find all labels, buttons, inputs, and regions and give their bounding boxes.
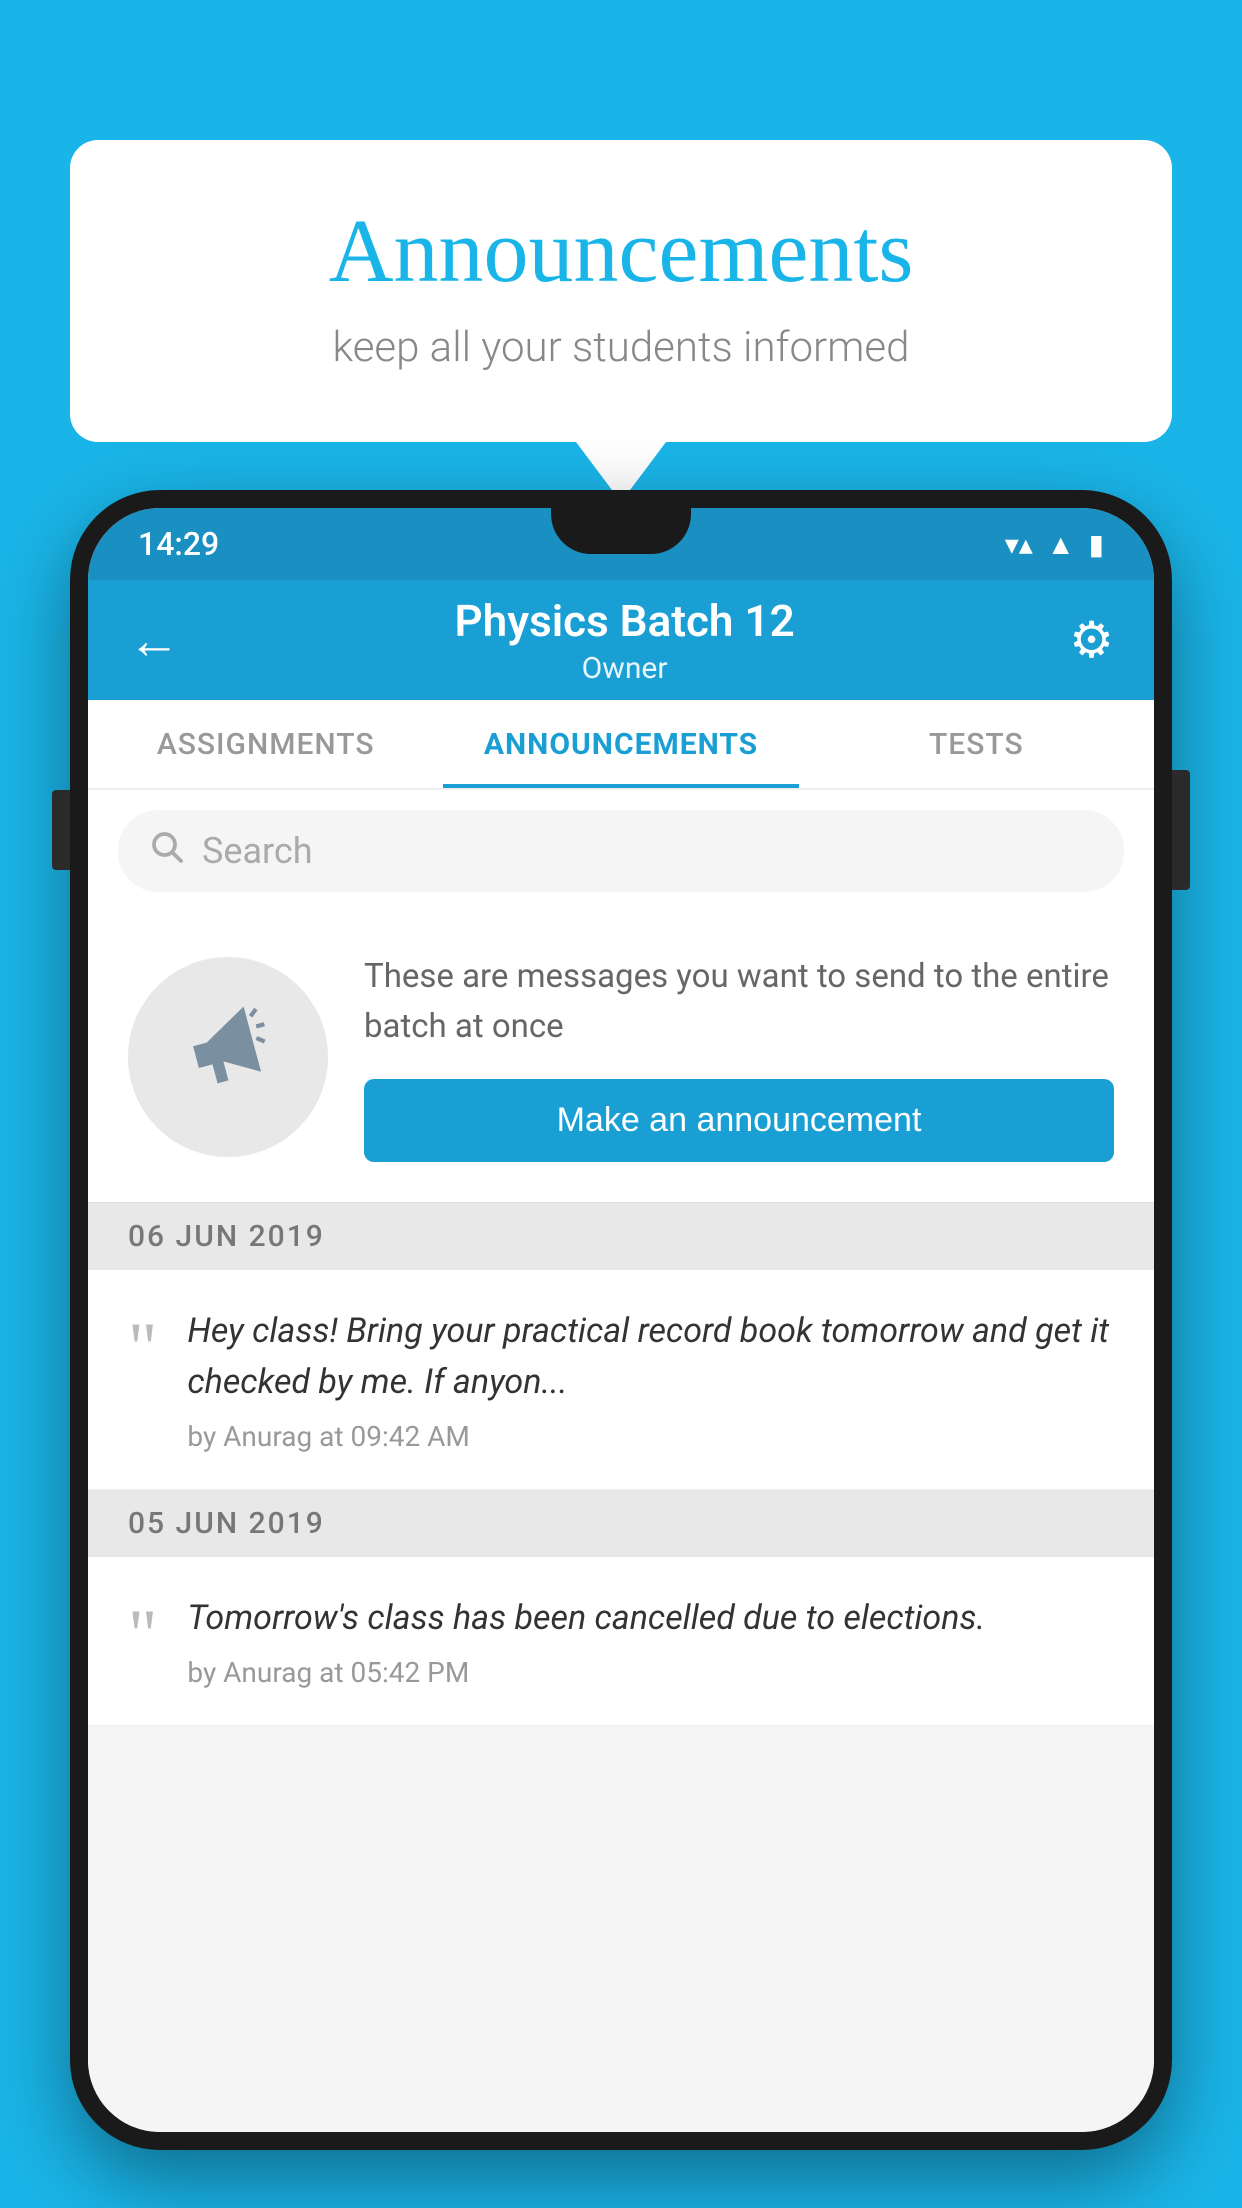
announcement-text-2: Tomorrow's class has been cancelled due … [187, 1593, 1114, 1689]
phone-outer: 14:29 ▾▴ ▲ ▮ ← Physics Batch 12 Owner ⚙ [70, 490, 1172, 2150]
battery-icon: ▮ [1089, 528, 1104, 561]
phone-wrapper: 14:29 ▾▴ ▲ ▮ ← Physics Batch 12 Owner ⚙ [70, 490, 1172, 2208]
announcement-message-1: Hey class! Bring your practical record b… [187, 1306, 1114, 1408]
header-title: Physics Batch 12 [454, 595, 794, 647]
make-announcement-button[interactable]: Make an announcement [364, 1079, 1114, 1162]
search-icon [148, 828, 184, 874]
tab-bar: ASSIGNMENTS ANNOUNCEMENTS TESTS [88, 700, 1154, 790]
status-bar: 14:29 ▾▴ ▲ ▮ [88, 508, 1154, 580]
search-container: Search [88, 790, 1154, 912]
speech-bubble: Announcements keep all your students inf… [70, 140, 1172, 442]
quote-icon-2: " [128, 1599, 157, 1671]
phone-inner: 14:29 ▾▴ ▲ ▮ ← Physics Batch 12 Owner ⚙ [88, 508, 1154, 2132]
gear-icon[interactable]: ⚙ [1069, 611, 1114, 670]
app-header: ← Physics Batch 12 Owner ⚙ [88, 580, 1154, 700]
date-label-2: 05 JUN 2019 [128, 1506, 325, 1541]
quote-icon-1: " [128, 1312, 157, 1384]
megaphone-icon [170, 991, 286, 1122]
status-icons: ▾▴ ▲ ▮ [1005, 528, 1104, 561]
wifi-icon: ▾▴ [1005, 528, 1033, 561]
promo-text-area: These are messages you want to send to t… [364, 952, 1114, 1162]
header-center: Physics Batch 12 Owner [454, 595, 794, 686]
status-time: 14:29 [138, 525, 219, 563]
header-subtitle: Owner [454, 651, 794, 686]
date-separator-1: 06 JUN 2019 [88, 1203, 1154, 1270]
announcement-meta-2: by Anurag at 05:42 PM [187, 1656, 1114, 1689]
announcement-text-1: Hey class! Bring your practical record b… [187, 1306, 1114, 1453]
date-label-1: 06 JUN 2019 [128, 1219, 325, 1254]
signal-icon: ▲ [1047, 528, 1075, 561]
content-area: Search [88, 790, 1154, 2132]
promo-card: These are messages you want to send to t… [88, 912, 1154, 1203]
speech-bubble-wrapper: Announcements keep all your students inf… [70, 140, 1172, 502]
tab-tests[interactable]: TESTS [799, 700, 1154, 788]
search-placeholder: Search [202, 830, 313, 872]
announcement-message-2: Tomorrow's class has been cancelled due … [187, 1593, 1114, 1644]
announcement-meta-1: by Anurag at 09:42 AM [187, 1420, 1114, 1453]
search-bar[interactable]: Search [118, 810, 1124, 892]
tab-assignments[interactable]: ASSIGNMENTS [88, 700, 443, 788]
notch [551, 508, 691, 554]
promo-description: These are messages you want to send to t… [364, 952, 1114, 1051]
speech-bubble-title: Announcements [150, 200, 1092, 303]
announcement-item-1[interactable]: " Hey class! Bring your practical record… [88, 1270, 1154, 1490]
tab-announcements[interactable]: ANNOUNCEMENTS [443, 700, 798, 788]
phone-screen: 14:29 ▾▴ ▲ ▮ ← Physics Batch 12 Owner ⚙ [88, 508, 1154, 2132]
speech-bubble-subtitle: keep all your students informed [150, 323, 1092, 372]
back-button[interactable]: ← [128, 610, 180, 671]
promo-icon-circle [128, 957, 328, 1157]
announcement-item-2[interactable]: " Tomorrow's class has been cancelled du… [88, 1557, 1154, 1726]
date-separator-2: 05 JUN 2019 [88, 1490, 1154, 1557]
